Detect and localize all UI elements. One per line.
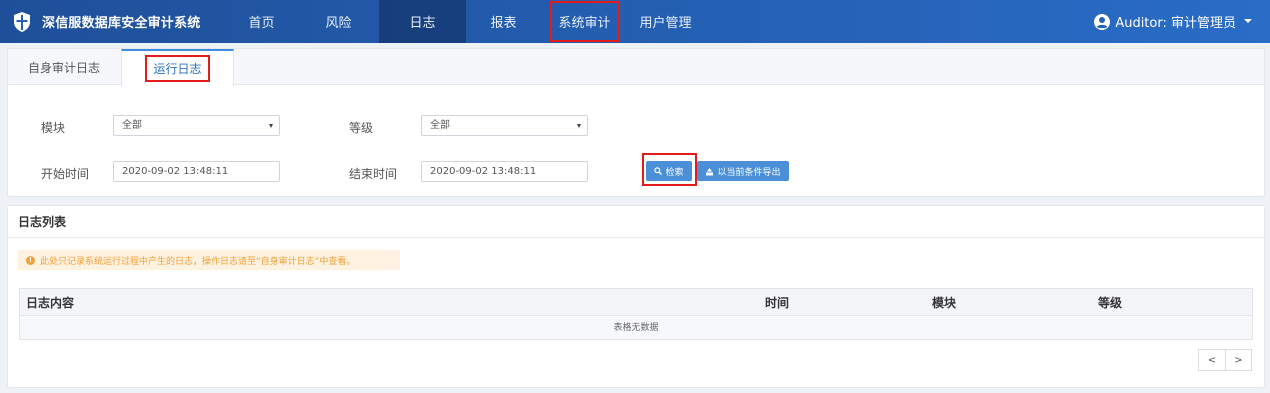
- pagination: < >: [1198, 349, 1252, 371]
- user-circle-icon: [1094, 13, 1111, 30]
- chevron-down-icon[interactable]: [1244, 19, 1252, 23]
- search-button-label: 检索: [665, 167, 684, 178]
- info-alert: ! 此处只记录系统运行过程中产生的日志，操作日志请至“自身审计日志”中查看。: [18, 250, 400, 270]
- user-menu[interactable]: Auditor: 审计管理员: [1094, 0, 1236, 43]
- tab-label: 运行日志: [145, 55, 210, 82]
- shield-icon: [14, 11, 30, 32]
- list-title: 日志列表: [8, 206, 1264, 238]
- start-time-label: 开始时间: [41, 167, 90, 181]
- export-icon: [706, 167, 714, 175]
- top-navbar: 深信服数据库安全审计系统 首页 风险 日志 报表 系统审计 用户管理 Audit…: [0, 0, 1270, 43]
- start-time-value: 2020-09-02 13:48:11: [122, 166, 229, 177]
- main-nav: 首页 风险 日志 报表 系统审计 用户管理: [230, 0, 711, 43]
- module-select[interactable]: 全部: [113, 115, 280, 136]
- level-label: 等级: [349, 121, 374, 135]
- table-header: 日志内容 时间 模块 等级: [19, 288, 1253, 316]
- column-header-time[interactable]: 时间: [765, 289, 789, 317]
- tab-run-log[interactable]: 运行日志: [121, 49, 234, 86]
- level-select[interactable]: 全部: [421, 115, 588, 136]
- log-list-panel: 日志列表 ! 此处只记录系统运行过程中产生的日志，操作日志请至“自身审计日志”中…: [7, 205, 1265, 388]
- module-label: 模块: [41, 121, 66, 135]
- nav-item-user-management[interactable]: 用户管理: [634, 0, 697, 43]
- info-icon: !: [26, 255, 35, 265]
- table-empty-row: 表格无数据: [19, 316, 1253, 340]
- search-icon: [654, 167, 663, 175]
- column-header-module[interactable]: 模块: [932, 289, 956, 317]
- next-page-button[interactable]: >: [1225, 350, 1251, 370]
- column-header-level[interactable]: 等级: [1098, 289, 1122, 317]
- chevron-down-icon: [577, 124, 581, 128]
- column-header-content[interactable]: 日志内容: [26, 289, 74, 317]
- alert-text: 此处只记录系统运行过程中产生的日志，操作日志请至“自身审计日志”中查看。: [40, 256, 356, 267]
- prev-page-button[interactable]: <: [1199, 350, 1225, 370]
- tab-label: 自身审计日志: [27, 60, 100, 75]
- brand[interactable]: 深信服数据库安全审计系统: [12, 0, 200, 43]
- module-select-value: 全部: [122, 120, 142, 131]
- end-time-label: 结束时间: [349, 167, 398, 181]
- end-time-value: 2020-09-02 13:48:11: [430, 166, 537, 177]
- export-button-label: 以当前条件导出: [717, 167, 781, 178]
- log-table: 日志内容 时间 模块 等级 表格无数据: [19, 288, 1253, 340]
- user-label: Auditor: 审计管理员: [1115, 16, 1236, 31]
- nav-item-risk[interactable]: 风险: [307, 0, 370, 43]
- tab-bar: 自身审计日志 运行日志: [8, 49, 1264, 86]
- start-time-input[interactable]: 2020-09-02 13:48:11: [113, 161, 280, 182]
- level-select-value: 全部: [430, 120, 450, 131]
- nav-item-logs[interactable]: 日志: [379, 0, 466, 43]
- nav-item-home[interactable]: 首页: [230, 0, 293, 43]
- nav-item-reports[interactable]: 报表: [472, 0, 535, 43]
- export-button[interactable]: 以当前条件导出: [697, 161, 789, 181]
- chevron-down-icon: [269, 124, 273, 128]
- brand-title: 深信服数据库安全审计系统: [42, 16, 201, 31]
- nav-item-system-audit[interactable]: 系统审计: [549, 0, 620, 43]
- end-time-input[interactable]: 2020-09-02 13:48:11: [421, 161, 588, 182]
- search-button[interactable]: 检索: [646, 161, 692, 181]
- tab-self-audit-log[interactable]: 自身审计日志: [8, 49, 120, 85]
